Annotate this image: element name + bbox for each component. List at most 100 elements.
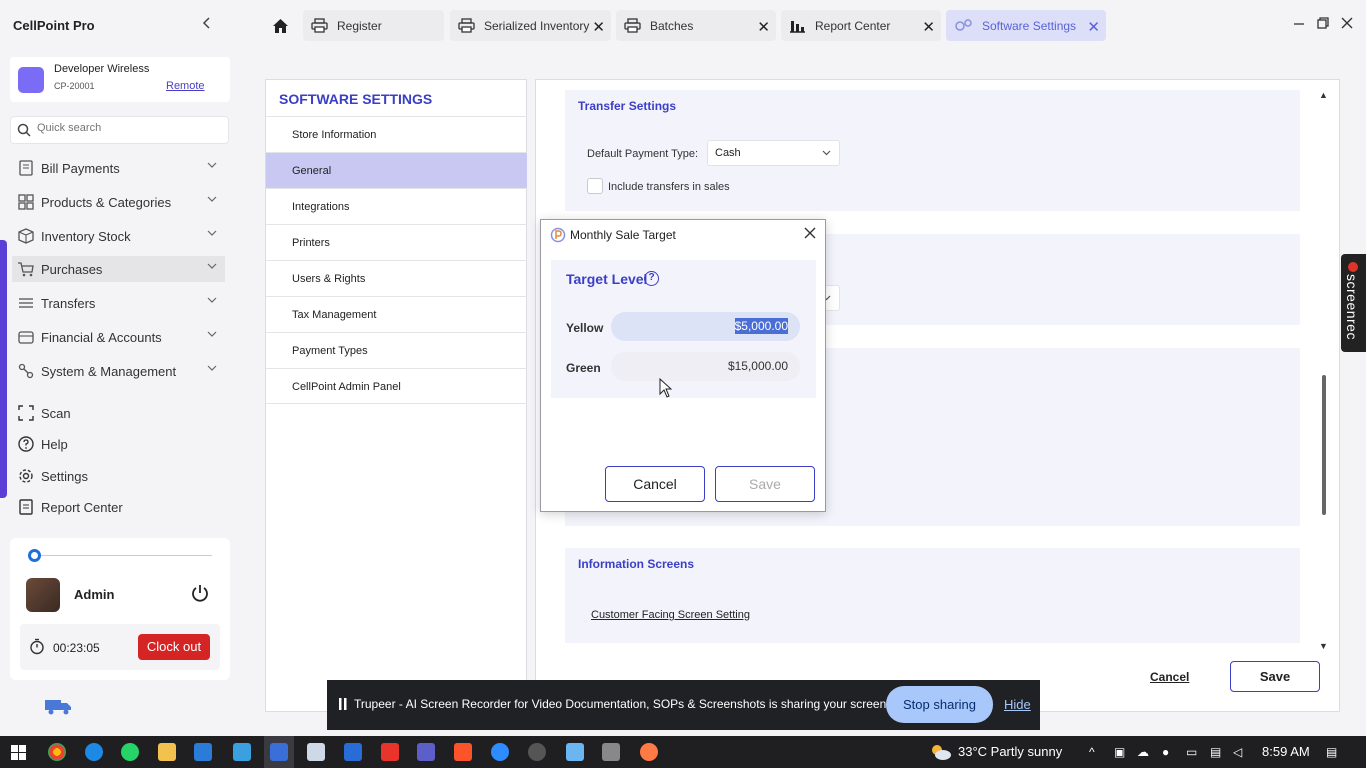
green-target-input[interactable]: $15,000.00 (611, 352, 800, 381)
scrollbar-thumb[interactable] (1322, 375, 1326, 515)
store-icon[interactable] (194, 743, 212, 761)
zoom-icon[interactable] (491, 743, 509, 761)
monthly-sale-target-dialog: Monthly Sale Target Target Level ? Yello… (540, 219, 826, 512)
nav-transfers[interactable]: Transfers (12, 290, 225, 316)
nav-inventory-stock[interactable]: Inventory Stock (12, 223, 225, 249)
tray-monitor-icon[interactable]: ▭ (1186, 745, 1197, 759)
chevron-down-icon (207, 162, 217, 168)
edge-icon[interactable] (85, 743, 103, 761)
hide-link[interactable]: Hide (1004, 697, 1031, 712)
window-close-icon[interactable] (1341, 16, 1353, 32)
yellow-target-input[interactable]: $5,000.00 (611, 312, 800, 341)
cancel-link[interactable]: Cancel (1150, 670, 1189, 684)
include-transfers-checkbox[interactable] (587, 178, 603, 194)
nav-report-center[interactable]: Report Center (12, 494, 225, 520)
weather-text[interactable]: 33°C Partly sunny (958, 744, 1062, 759)
delivery-truck-icon[interactable] (43, 697, 73, 720)
settings-menu-users-rights[interactable]: Users & Rights (266, 260, 527, 296)
scroll-up-icon[interactable]: ▲ (1319, 90, 1328, 100)
settings-menu-payment-types[interactable]: Payment Types (266, 332, 527, 368)
cellpoint-app-icon[interactable] (270, 743, 288, 761)
power-icon[interactable] (190, 583, 210, 606)
settings-menu-store-information[interactable]: Store Information (266, 116, 527, 152)
printer-icon (624, 18, 641, 33)
dialog-save-button[interactable]: Save (715, 466, 815, 502)
close-icon[interactable]: ✕ (922, 18, 935, 36)
quick-search[interactable] (10, 116, 229, 144)
minimize-icon[interactable] (1293, 16, 1305, 32)
tray-mic-icon[interactable]: ● (1162, 745, 1169, 759)
tray-chevron-up-icon[interactable]: ^ (1089, 745, 1095, 759)
chrome-icon[interactable] (48, 743, 66, 761)
tab-serialized-inventory[interactable]: Serialized Inventory ✕ (450, 10, 611, 41)
scroll-down-icon[interactable]: ▼ (1319, 641, 1328, 651)
user-card: Admin 00:23:05 Clock out (10, 538, 230, 680)
nav-financial-accounts[interactable]: Financial & Accounts (12, 324, 225, 350)
tab-report-center[interactable]: Report Center ✕ (781, 10, 941, 41)
app-name: CellPoint Pro (13, 18, 95, 33)
tray-cloud-icon[interactable]: ☁ (1137, 745, 1149, 759)
dialog-cancel-button[interactable]: Cancel (605, 466, 705, 502)
stop-sharing-button[interactable]: Stop sharing (886, 686, 993, 723)
settings-menu-printers[interactable]: Printers (266, 224, 527, 260)
anydesk-icon[interactable] (381, 743, 399, 761)
nav-label: Inventory Stock (41, 228, 131, 244)
teams-icon[interactable] (417, 743, 435, 761)
printer-icon (458, 18, 475, 33)
tab-batches[interactable]: Batches ✕ (616, 10, 776, 41)
whatsapp-icon[interactable] (121, 743, 139, 761)
app-icon[interactable] (528, 743, 546, 761)
loading-app-icon[interactable] (640, 743, 658, 761)
app-icon[interactable] (307, 743, 325, 761)
tray-volume-icon[interactable]: ◁ (1233, 745, 1242, 759)
tab-software-settings[interactable]: Software Settings ✕ (946, 10, 1106, 41)
save-button[interactable]: Save (1230, 661, 1320, 692)
nav-help[interactable]: Help (12, 431, 225, 457)
windows-start-icon[interactable] (11, 745, 26, 763)
brave-icon[interactable] (454, 743, 472, 761)
remote-link[interactable]: Remote (166, 80, 205, 92)
nav-bill-payments[interactable]: Bill Payments (12, 155, 225, 181)
section-title: Target Level (566, 271, 648, 287)
tab-register[interactable]: Register (303, 10, 444, 41)
slider-knob[interactable] (28, 549, 41, 562)
tray-network-icon[interactable]: ▤ (1210, 745, 1221, 759)
help-icon[interactable]: ? (644, 271, 659, 286)
settings-menu-admin-panel[interactable]: CellPoint Admin Panel (266, 368, 527, 404)
nav-scan[interactable]: Scan (12, 400, 225, 426)
close-icon[interactable]: ✕ (1087, 18, 1100, 36)
restore-icon[interactable] (1317, 16, 1329, 32)
nav-purchases[interactable]: Purchases (12, 256, 225, 282)
close-icon[interactable]: ✕ (757, 18, 770, 36)
settings-menu-general[interactable]: General (266, 152, 527, 188)
notification-icon[interactable]: ▤ (1326, 745, 1337, 759)
notepad-icon[interactable] (566, 743, 584, 761)
record-icon (1348, 262, 1358, 272)
calendar-icon[interactable] (344, 743, 362, 761)
file-explorer-icon[interactable] (158, 743, 176, 761)
tray-camera-icon[interactable]: ▣ (1114, 745, 1125, 759)
settings-menu-integrations[interactable]: Integrations (266, 188, 527, 224)
chevron-down-icon (207, 196, 217, 202)
nav-system-management[interactable]: System & Management (12, 358, 225, 384)
close-icon[interactable]: ✕ (592, 18, 605, 36)
nav-label: Help (41, 436, 68, 452)
calculator-icon[interactable] (602, 743, 620, 761)
chevron-left-icon[interactable] (201, 16, 213, 35)
screenrec-widget[interactable]: screenrec (1341, 254, 1366, 352)
stopwatch-icon (29, 638, 45, 658)
settings-menu-tax-management[interactable]: Tax Management (266, 296, 527, 332)
clock-out-button[interactable]: Clock out (138, 634, 210, 660)
home-tab[interactable] (266, 10, 294, 41)
nav-products-categories[interactable]: Products & Categories (12, 189, 225, 215)
payment-type-select[interactable]: Cash (707, 140, 840, 166)
taskbar: 33°C Partly sunny ^ ▣ ☁ ● ▭ ▤ ◁ 8:59 AM … (0, 736, 1366, 768)
snipping-tool-icon[interactable] (233, 743, 251, 761)
search-input[interactable] (37, 122, 217, 134)
close-icon[interactable] (803, 225, 817, 245)
customer-facing-screen-link[interactable]: Customer Facing Screen Setting (591, 609, 750, 621)
nav-settings[interactable]: Settings (12, 463, 225, 489)
nav-label: Financial & Accounts (41, 329, 162, 345)
nav-label: Scan (41, 405, 71, 421)
clock[interactable]: 8:59 AM (1262, 744, 1310, 759)
